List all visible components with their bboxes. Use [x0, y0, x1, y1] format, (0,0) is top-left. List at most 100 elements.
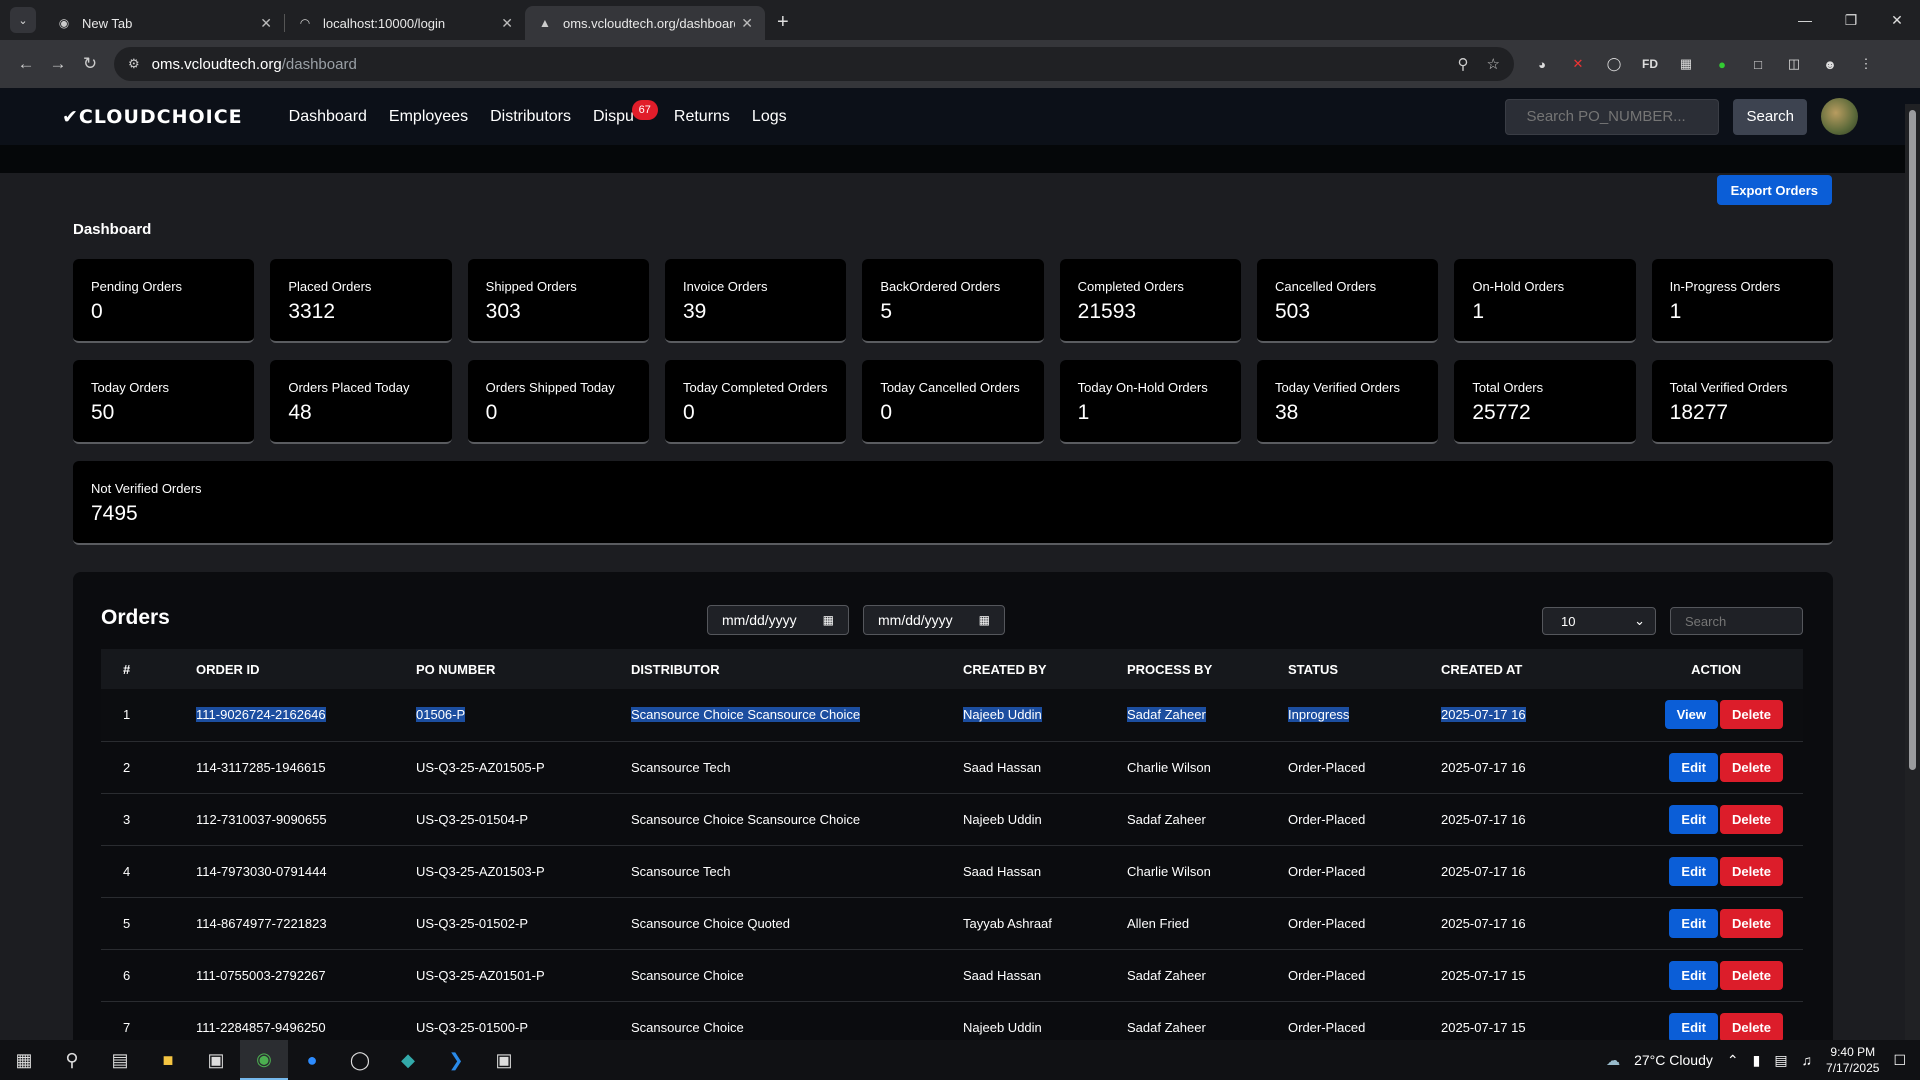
terminal-icon[interactable]: ▣ [480, 1040, 528, 1080]
extensions-puzzle-icon[interactable]: ◫ [1784, 54, 1804, 74]
chrome-icon: ◉ [58, 16, 70, 30]
date-from-input[interactable]: mm/dd/yyyy ▦ [707, 605, 849, 635]
windows-start-icon[interactable]: ▦ [0, 1040, 48, 1080]
delete-button[interactable]: Delete [1719, 752, 1783, 782]
close-icon[interactable]: ✕ [501, 15, 513, 32]
extension-green-icon[interactable]: ● [1712, 54, 1732, 74]
edit-button[interactable]: Edit [1669, 804, 1718, 834]
close-icon[interactable]: ✕ [260, 15, 272, 32]
stat-card-shipped: Shipped Orders 303 [467, 259, 649, 343]
orders-title: Orders [101, 606, 170, 629]
edit-button[interactable]: Edit [1669, 752, 1718, 782]
column-header: PO NUMBER [416, 649, 631, 689]
taskbar-clock[interactable]: 9:40 PM 7/17/2025 [1826, 1044, 1879, 1076]
page-size-select[interactable]: 10 ⌄ [1542, 607, 1656, 635]
forward-icon[interactable]: → [42, 54, 74, 74]
page-scrollbar[interactable] [1905, 104, 1920, 1040]
calendar-icon[interactable]: ▦ [823, 613, 834, 627]
stat-card-today-verified: Today Verified Orders 38 [1256, 360, 1439, 444]
site-info-icon[interactable]: ⚙ [128, 56, 140, 72]
nav-disputes[interactable]: Dispu 67 [593, 99, 658, 126]
close-icon[interactable]: ✕ [741, 15, 753, 32]
stat-card-on-hold: On-Hold Orders 1 [1454, 259, 1636, 343]
site-icon: ▲ [539, 16, 551, 30]
tab-new-tab[interactable]: ◉ New Tab ✕ [44, 6, 284, 40]
weather-icon[interactable]: ☁ [1606, 1052, 1620, 1069]
date-to-input[interactable]: mm/dd/yyyy ▦ [863, 605, 1005, 635]
url-field[interactable]: ⚙ oms.vcloudtech.org/dashboard ⚲ ☆ [114, 47, 1514, 81]
file-explorer-icon[interactable]: ■ [144, 1040, 192, 1080]
reload-icon[interactable]: ↻ [74, 54, 106, 74]
edit-button[interactable]: Edit [1669, 908, 1718, 938]
app-icon[interactable]: ◆ [384, 1040, 432, 1080]
stat-card-today-orders: Today Orders 50 [73, 360, 255, 444]
minimize-icon[interactable]: — [1782, 12, 1828, 28]
search-icon[interactable]: ⚲ [48, 1040, 96, 1080]
back-icon[interactable]: ← [10, 54, 42, 74]
scrollbar-thumb[interactable] [1909, 110, 1916, 770]
browser-tabbar: ⌄ ◉ New Tab ✕ ◠ localhost:10000/login ✕ … [0, 0, 1920, 40]
more-menu-icon[interactable]: ⋮ [1856, 54, 1876, 74]
window-controls: — ❐ ✕ [1782, 0, 1920, 40]
nav-dashboard[interactable]: Dashboard [289, 108, 367, 126]
network-icon[interactable]: ▤ [1774, 1052, 1787, 1069]
table-row[interactable]: 6 111-0755003-2792267 US-Q3-25-AZ01501-P… [101, 949, 1803, 1002]
extension-mask-icon[interactable]: ◕ [1532, 54, 1552, 74]
table-row[interactable]: 5 114-8674977-7221823 US-Q3-25-01502-P S… [101, 897, 1803, 950]
new-tab-icon[interactable]: + [777, 11, 789, 34]
windows-taskbar: ▦ ⚲ ▤ ■ ▣ ◉ ● ◯ ◆ ❯ ▣ ☁ 27°C Cloudy ⌃ ▮ … [0, 1040, 1920, 1080]
calendar-icon[interactable]: ▦ [979, 613, 990, 627]
nav-logs[interactable]: Logs [752, 108, 787, 126]
user-avatar[interactable] [1821, 98, 1858, 135]
table-search-input[interactable] [1670, 607, 1803, 635]
extension-box-icon[interactable]: □ [1748, 54, 1768, 74]
po-number-search-input[interactable] [1505, 98, 1720, 135]
table-row[interactable]: 7 111-2284857-9496250 US-Q3-25-01500-P S… [101, 1001, 1803, 1040]
task-view-icon[interactable]: ▤ [96, 1040, 144, 1080]
edit-button[interactable]: Edit [1669, 960, 1718, 990]
nav-distributors[interactable]: Distributors [490, 108, 571, 126]
nav-returns[interactable]: Returns [674, 108, 730, 126]
view-button[interactable]: View [1664, 700, 1718, 730]
notifications-icon[interactable]: ☐ [1893, 1052, 1906, 1069]
search-button[interactable]: Search [1733, 98, 1807, 135]
profile-icon[interactable]: ☻ [1820, 54, 1840, 74]
cloudchoice-logo[interactable]: ✔CLOUDCHOICE [62, 106, 243, 128]
extension-fd-icon[interactable]: FD [1640, 54, 1660, 74]
table-row[interactable]: 1 111-9026724-2162646 01506-P Scansource… [101, 689, 1803, 742]
weather-text[interactable]: 27°C Cloudy [1634, 1052, 1713, 1068]
vscode-icon[interactable]: ❯ [432, 1040, 480, 1080]
edit-button[interactable]: Edit [1669, 1012, 1718, 1040]
chrome-taskbar-icon[interactable]: ◉ [240, 1040, 288, 1080]
bookmark-star-icon[interactable]: ☆ [1487, 55, 1500, 73]
tab-search-icon[interactable]: ⌄ [10, 7, 36, 33]
stat-card-backordered: BackOrdered Orders 5 [862, 259, 1044, 343]
table-row[interactable]: 3 112-7310037-9090655 US-Q3-25-01504-P S… [101, 793, 1803, 846]
delete-button[interactable]: Delete [1719, 700, 1783, 730]
extension-globe-icon[interactable]: ◯ [1604, 54, 1624, 74]
extension-x-icon[interactable]: ✕ [1568, 54, 1588, 74]
edit-button[interactable]: Edit [1669, 856, 1718, 886]
zoom-app-icon[interactable]: ● [288, 1040, 336, 1080]
extension-image-icon[interactable]: ▦ [1676, 54, 1696, 74]
restore-icon[interactable]: ❐ [1828, 12, 1874, 29]
tray-chevron-icon[interactable]: ⌃ [1727, 1052, 1739, 1069]
close-window-icon[interactable]: ✕ [1874, 12, 1920, 29]
battery-icon[interactable]: ▮ [1753, 1052, 1761, 1069]
mongodb-compass-icon[interactable]: ◯ [336, 1040, 384, 1080]
delete-button[interactable]: Delete [1719, 960, 1783, 990]
column-header: DISTRIBUTOR [631, 649, 963, 689]
export-orders-button[interactable]: Export Orders [1716, 175, 1832, 205]
tab-localhost-login[interactable]: ◠ localhost:10000/login ✕ [285, 6, 525, 40]
nav-employees[interactable]: Employees [389, 108, 468, 126]
table-row[interactable]: 2 114-3117285-1946615 US-Q3-25-AZ01505-P… [101, 741, 1803, 794]
table-row[interactable]: 4 114-7973030-0791444 US-Q3-25-AZ01503-P… [101, 845, 1803, 898]
delete-button[interactable]: Delete [1719, 804, 1783, 834]
delete-button[interactable]: Delete [1719, 856, 1783, 886]
store-icon[interactable]: ▣ [192, 1040, 240, 1080]
tab-dashboard[interactable]: ▲ oms.vcloudtech.org/dashboard ✕ [525, 6, 765, 40]
delete-button[interactable]: Delete [1719, 1012, 1783, 1040]
volume-icon[interactable]: ♫ [1802, 1052, 1813, 1068]
zoom-icon[interactable]: ⚲ [1458, 55, 1469, 73]
delete-button[interactable]: Delete [1719, 908, 1783, 938]
